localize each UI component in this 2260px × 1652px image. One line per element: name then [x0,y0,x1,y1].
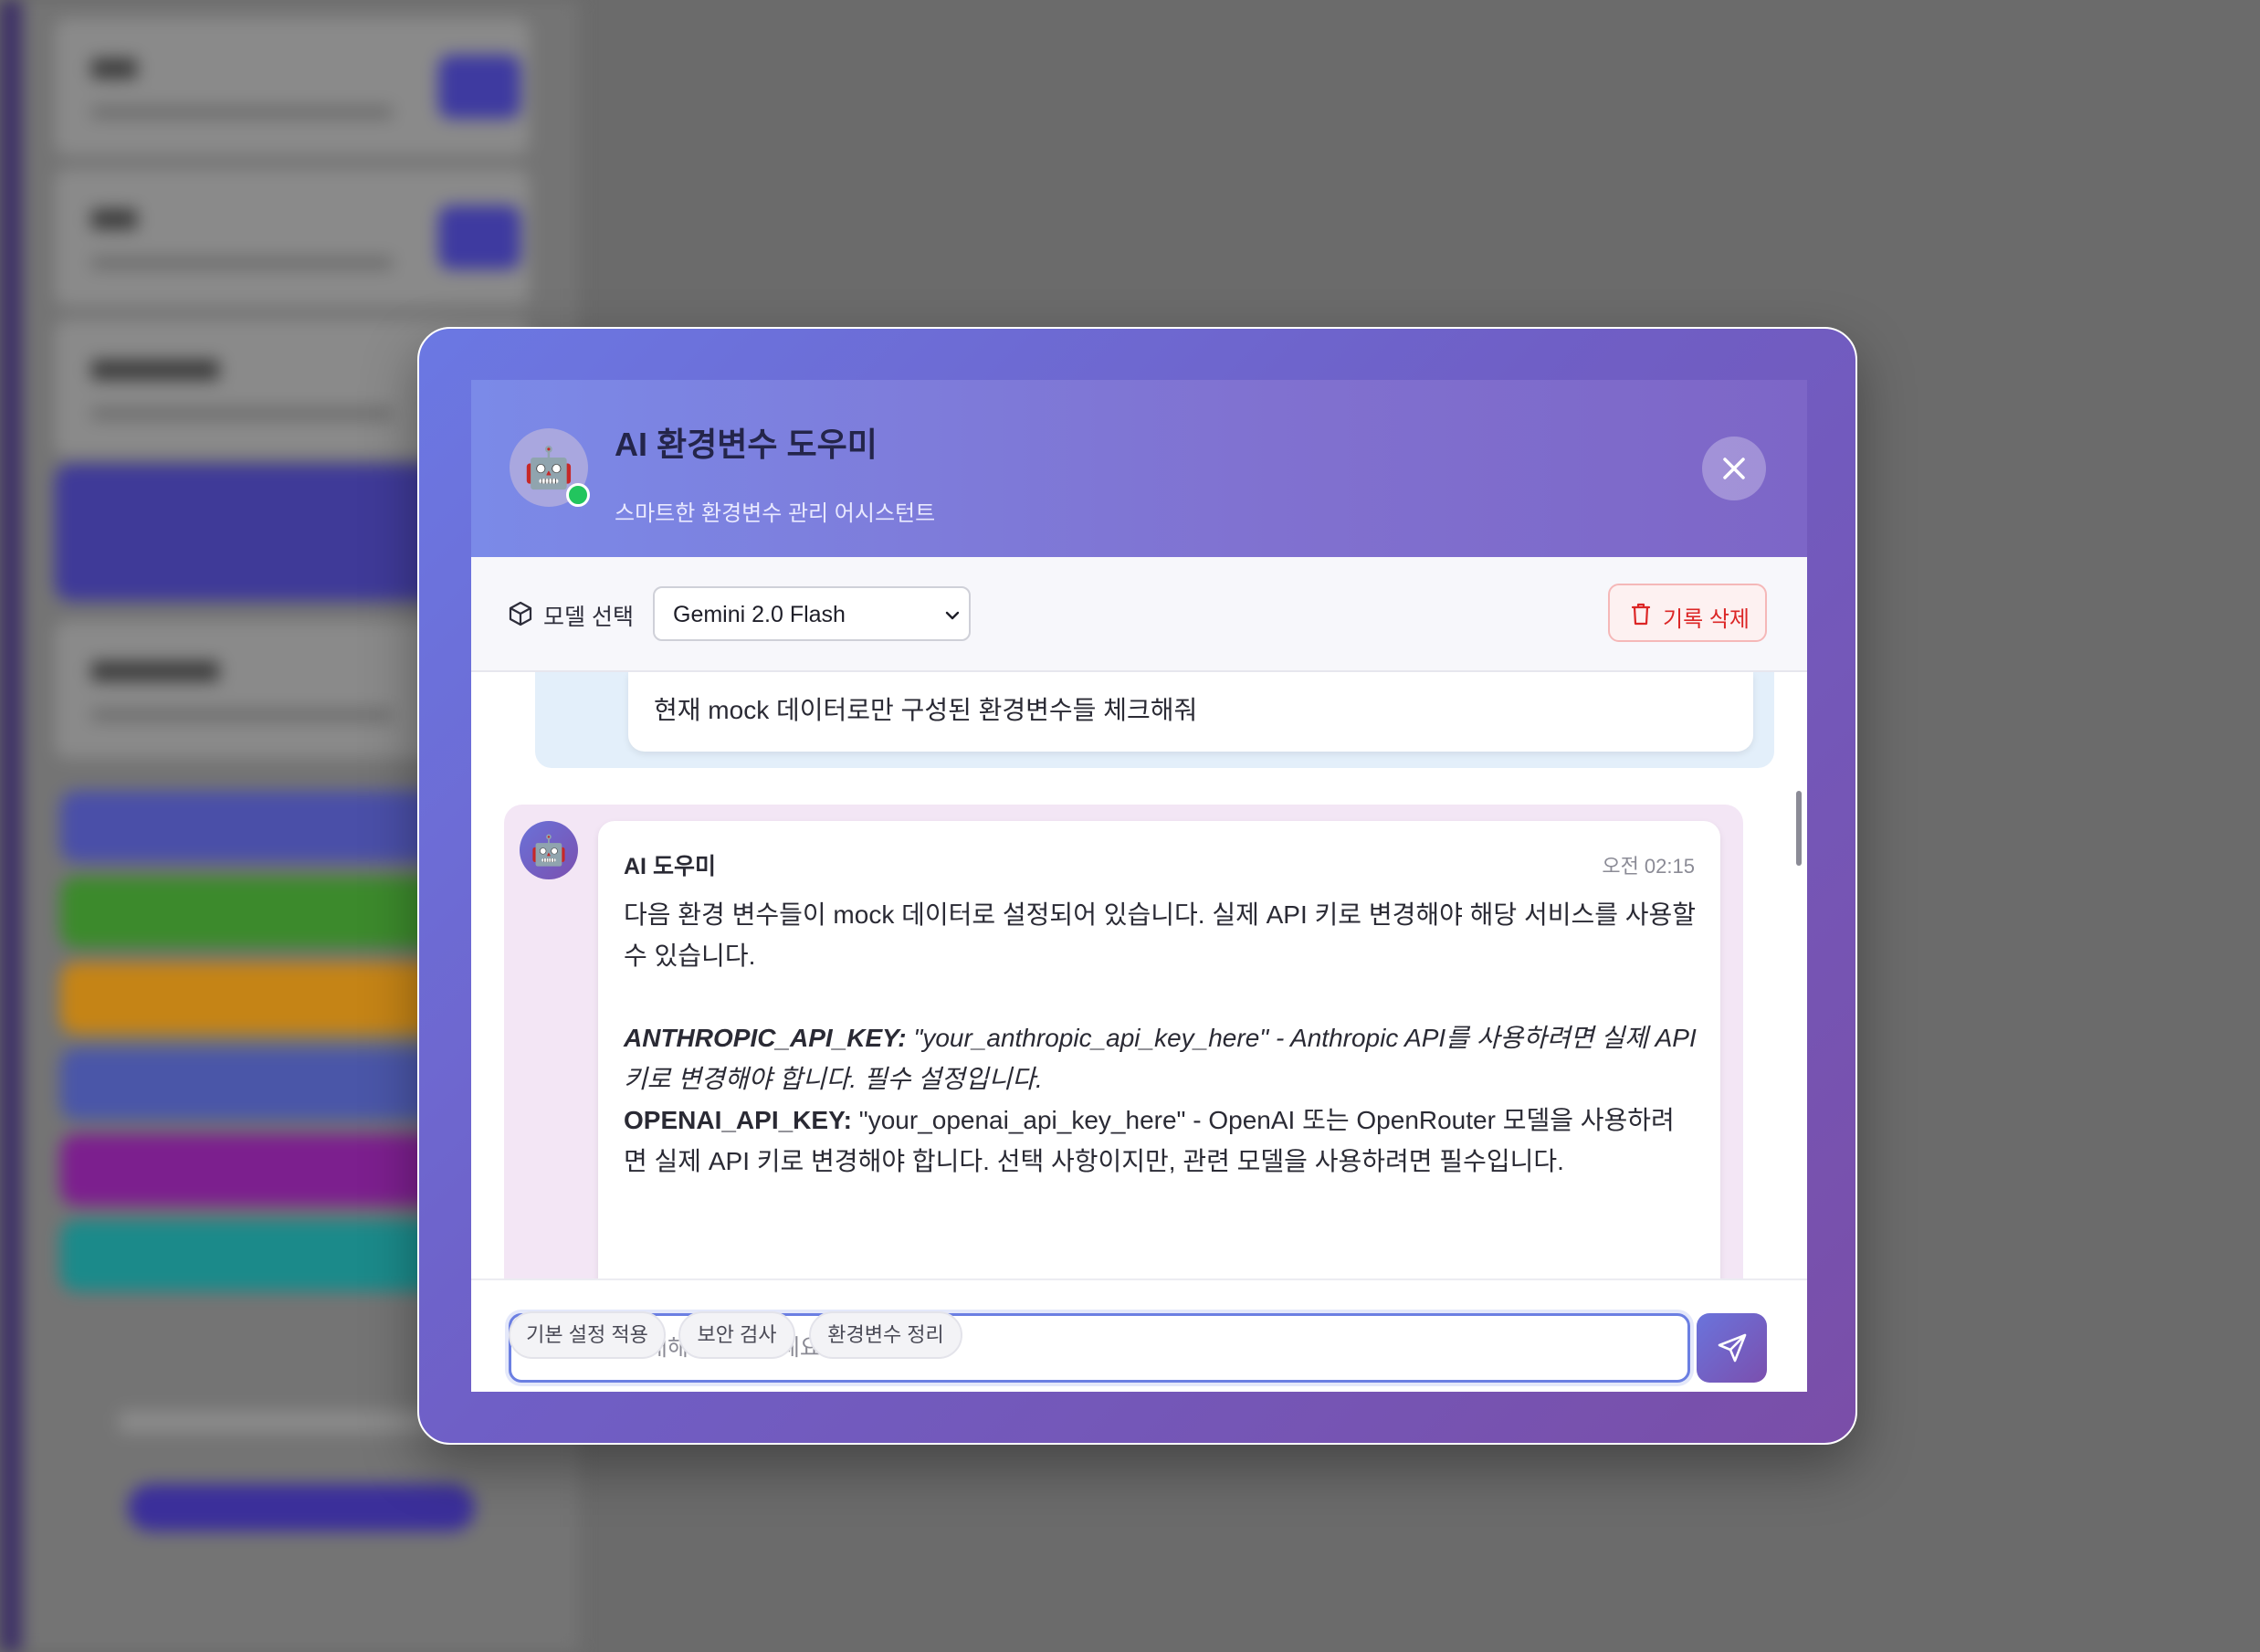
clear-history-button[interactable]: 기록 삭제 [1608,584,1767,642]
send-icon [1718,1333,1746,1363]
user-message-text: 현재 mock 데이터로만 구성된 환경변수들 체크해줘 [654,696,1198,724]
user-message: 현재 mock 데이터로만 구성된 환경변수들 체크해줘 [535,672,1774,768]
trash-icon [1631,603,1651,626]
model-toolbar: 모델 선택 Gemini 2.0 Flash 기록 삭제 [471,557,1807,672]
cube-icon [509,601,532,626]
model-select-label: 모델 선택 [543,605,634,630]
ai-assistant-modal: 🤖 AI 환경변수 도우미 스마트한 환경변수 관리 어시스턴트 모델 선택 G… [417,327,1857,1445]
ai-message-timestamp: 오전 02:15 [1602,855,1695,878]
chat-messages[interactable]: 현재 mock 데이터로만 구성된 환경변수들 체크해줘 🤖 AI 도우미 오전… [471,672,1807,1278]
send-button[interactable] [1697,1313,1767,1383]
quick-action-default-settings[interactable]: 기본 설정 적용 [509,1311,666,1359]
robot-icon: 🤖 [520,821,578,879]
modal-header: 🤖 AI 환경변수 도우미 스마트한 환경변수 관리 어시스턴트 [471,380,1807,557]
quick-action-cleanup[interactable]: 환경변수 정리 [809,1311,962,1359]
ai-message-intro: 다음 환경 변수들이 mock 데이터로 설정되어 있습니다. 실제 API 키… [624,900,1697,970]
ai-message-text: 다음 환경 변수들이 mock 데이터로 설정되어 있습니다. 실제 API 키… [624,894,1697,1182]
ai-message-item: OPENAI_API_KEY: "your_openai_api_key_her… [624,1100,1697,1182]
close-button[interactable] [1702,437,1766,500]
background-warning [119,1411,457,1433]
chat-scrollbar[interactable] [1796,791,1802,866]
background-card [55,18,530,155]
user-message-bubble: 현재 mock 데이터로만 구성된 환경변수들 체크해줘 [628,672,1753,752]
background-card [55,169,530,306]
ai-message: 🤖 AI 도우미 오전 02:15 다음 환경 변수들이 mock 데이터로 설… [504,805,1743,1278]
ai-message-bubble: AI 도우미 오전 02:15 다음 환경 변수들이 mock 데이터로 설정되… [598,821,1720,1278]
model-select-value: Gemini 2.0 Flash [673,602,846,627]
model-select[interactable]: Gemini 2.0 Flash [653,586,971,641]
env-key: OPENAI_API_KEY: [624,1106,852,1134]
modal-subtitle: 스마트한 환경변수 관리 어시스턴트 [615,501,936,526]
background-button [128,1484,475,1531]
close-icon [1723,458,1745,479]
quick-action-security-check[interactable]: 보안 검사 [678,1311,795,1359]
ai-message-sender: AI 도우미 [624,854,716,879]
online-status-indicator [566,483,590,507]
modal-title: AI 환경변수 도우미 [615,426,878,463]
env-key: ANTHROPIC_API_KEY: [624,1024,907,1052]
clear-history-label: 기록 삭제 [1663,607,1750,632]
ai-message-item: ANTHROPIC_API_KEY: "your_anthropic_api_k… [624,1017,1697,1100]
background-edge [0,0,22,1652]
chat-input-area [471,1278,1807,1392]
chevron-down-icon [945,611,960,620]
modal-body: 모델 선택 Gemini 2.0 Flash 기록 삭제 현재 mock 데이터… [471,557,1807,1392]
